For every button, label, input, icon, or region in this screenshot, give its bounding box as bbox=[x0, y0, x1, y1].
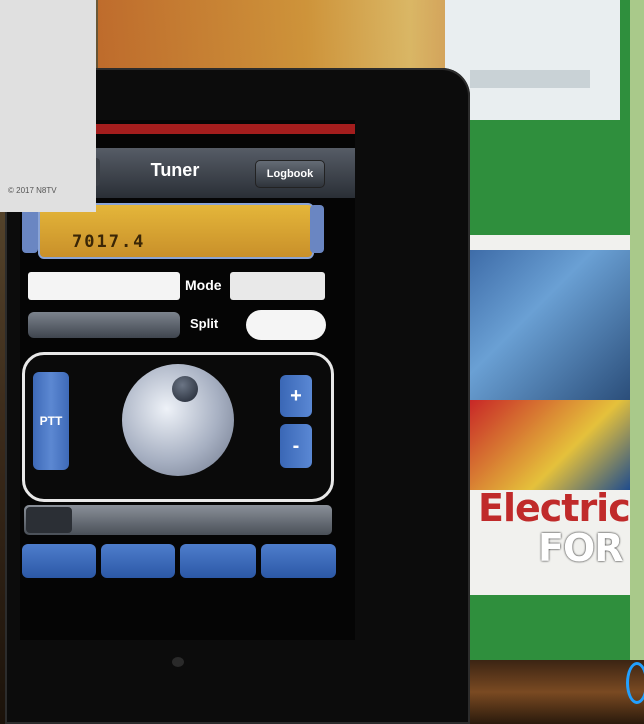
magazine-photo bbox=[470, 250, 630, 400]
frequency-display-left-edge bbox=[22, 205, 38, 253]
right-frame bbox=[630, 0, 644, 724]
frequency-display-right-edge bbox=[310, 205, 324, 253]
split-label: Split bbox=[190, 316, 219, 331]
home-button[interactable] bbox=[172, 657, 184, 667]
magazine-title-line1: Electric bbox=[478, 486, 631, 530]
bottom-button-1[interactable] bbox=[22, 544, 96, 578]
segmented-control[interactable] bbox=[28, 312, 180, 338]
watermark-panel bbox=[0, 0, 96, 212]
bottom-button-3[interactable] bbox=[180, 544, 256, 578]
mode-field[interactable] bbox=[230, 272, 325, 300]
wood-surface bbox=[470, 660, 644, 724]
magazine-title-line2: FOR bbox=[538, 526, 624, 570]
frequency-readout: 7017.4 bbox=[72, 232, 146, 252]
edge-ring bbox=[626, 662, 644, 704]
ptt-button[interactable]: PTT bbox=[33, 372, 69, 470]
bottom-button-2[interactable] bbox=[101, 544, 175, 578]
plus-button[interactable]: + bbox=[280, 375, 312, 417]
logbook-button[interactable]: Logbook bbox=[255, 160, 325, 188]
status-bar bbox=[95, 124, 355, 134]
magazine-title: Electric FOR bbox=[478, 488, 638, 568]
white-poster bbox=[445, 0, 620, 120]
poster-logo bbox=[470, 70, 590, 88]
watermark-text: © 2017 N8TV bbox=[8, 186, 57, 195]
mode-label: Mode bbox=[185, 277, 222, 293]
split-toggle[interactable] bbox=[246, 310, 326, 340]
text-field[interactable] bbox=[28, 272, 180, 300]
bottom-button-4[interactable] bbox=[261, 544, 336, 578]
magazine-photo-2 bbox=[470, 400, 630, 490]
page-title: Tuner bbox=[150, 160, 200, 180]
knob-handle[interactable] bbox=[172, 376, 198, 402]
step-selected[interactable] bbox=[26, 507, 72, 533]
minus-button[interactable]: - bbox=[280, 424, 312, 468]
